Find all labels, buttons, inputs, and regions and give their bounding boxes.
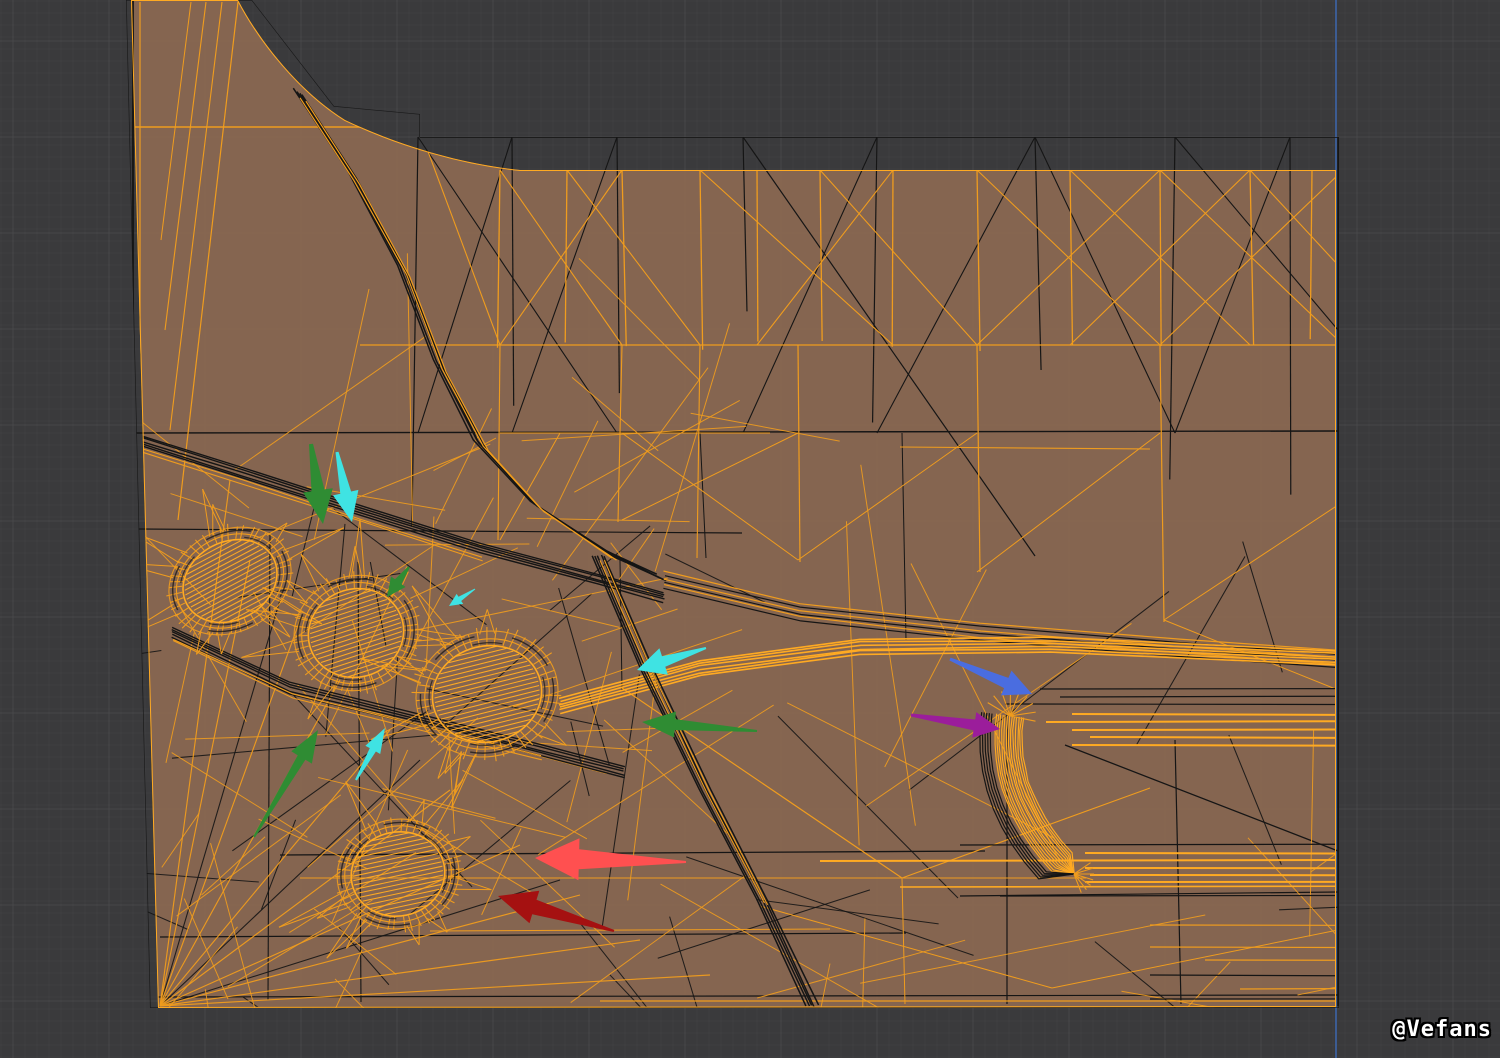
watermark: @Vefans xyxy=(1392,1017,1492,1042)
wireframe-scene xyxy=(0,0,1500,1058)
3d-viewport[interactable]: @Vefans xyxy=(0,0,1500,1058)
